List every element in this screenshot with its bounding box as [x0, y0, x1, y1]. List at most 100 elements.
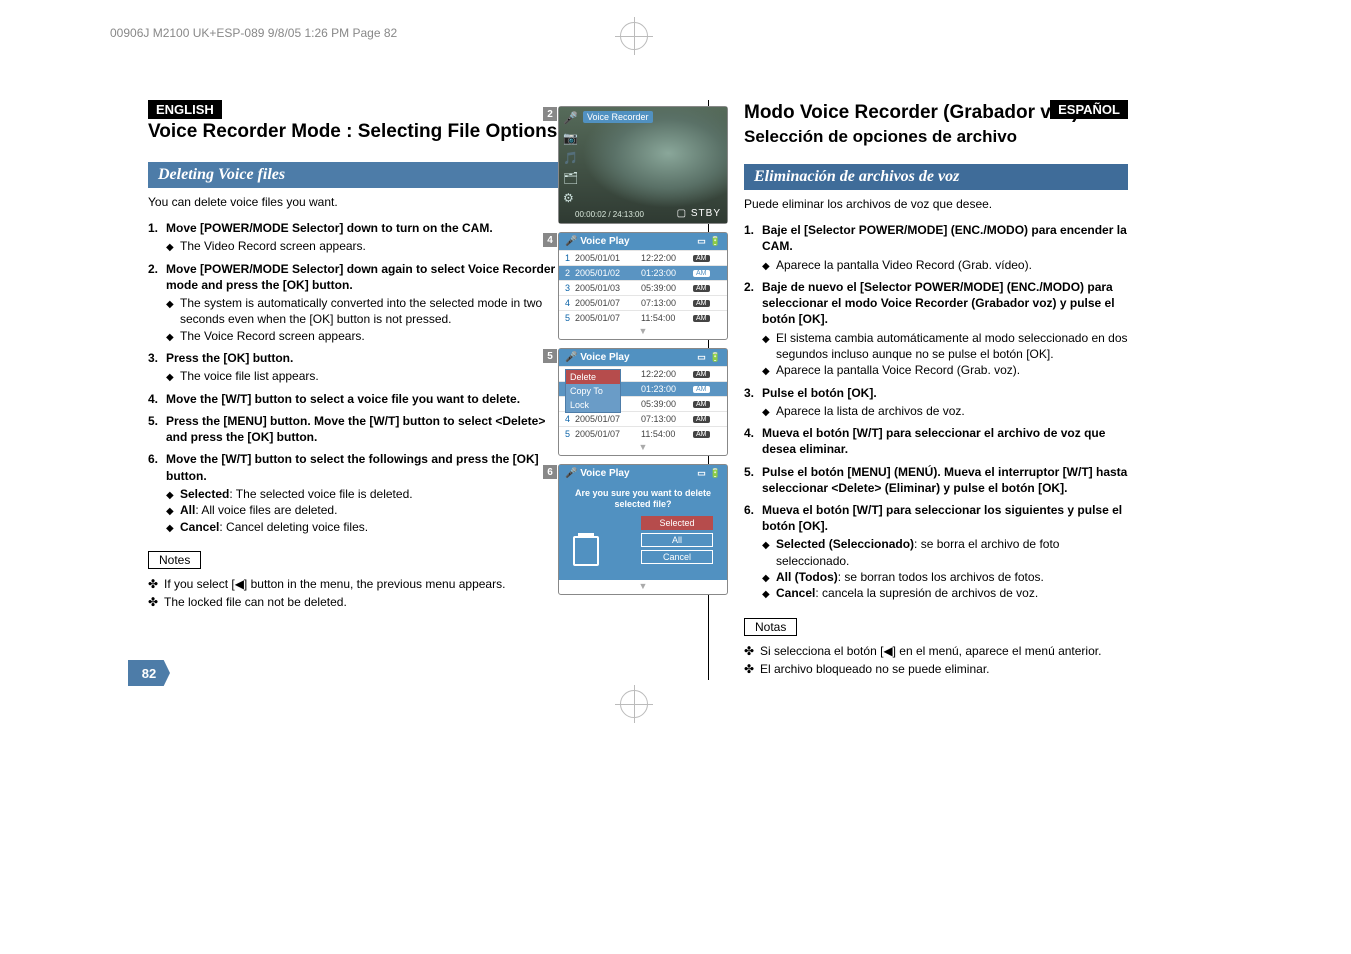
- tip-text: If you select [◀] button in the menu, th…: [164, 577, 505, 591]
- language-badge-english: ENGLISH: [148, 100, 222, 119]
- battery-icon: 🔋: [710, 236, 721, 247]
- voice-file-row: 52005/01/0711:54:00AM: [559, 426, 727, 441]
- notes-label-spanish: Notas: [744, 618, 797, 636]
- step-number: 2.: [148, 261, 166, 344]
- device-screenshot-4: 4 🎤 Voice Play ▭🔋 12005/01/0112:22:00AM2…: [558, 232, 728, 340]
- section-heading-english: Deleting Voice files: [148, 162, 558, 188]
- tip-bullet-icon: [744, 644, 760, 658]
- tip-bullet-icon: [148, 595, 164, 609]
- step-lead: Move [POWER/MODE Selector] down to turn …: [166, 220, 558, 236]
- step-number: 3.: [148, 350, 166, 385]
- step-lead: Move the [W/T] button to select the foll…: [166, 451, 558, 483]
- battery-icon: 🔋: [710, 352, 721, 363]
- step-number: 5.: [148, 413, 166, 445]
- screenshot-index: 6: [543, 465, 557, 479]
- dialog-option: Cancel: [641, 550, 713, 564]
- recording-timestamp: 00:00:02 / 24:13:00: [575, 210, 644, 219]
- file-icon: 🗂: [563, 171, 578, 185]
- diamond-bullet-icon: [762, 403, 776, 420]
- section-heading-spanish: Eliminación de archivos de voz: [744, 164, 1128, 190]
- card-icon: ▭: [697, 468, 706, 479]
- screenshot-index: 4: [543, 233, 557, 247]
- tips-list-english: If you select [◀] button in the menu, th…: [148, 577, 558, 609]
- step-lead: Press the [OK] button.: [166, 350, 558, 366]
- device-screenshot-6: 6 🎤 Voice Play ▭🔋 Are you sure you want …: [558, 464, 728, 595]
- step-lead: Move [POWER/MODE Selector] down again to…: [166, 261, 558, 293]
- diamond-bullet-icon: [762, 585, 776, 602]
- print-runline: 00906J M2100 UK+ESP-089 9/8/05 1:26 PM P…: [110, 26, 397, 40]
- dialog-option: Selected: [641, 516, 713, 530]
- step-sub-text: Selected (Seleccionado): se borra el arc…: [776, 536, 1128, 568]
- context-menu-item: Lock: [566, 398, 620, 412]
- voice-file-row: 32005/01/0305:39:00AM: [559, 280, 727, 295]
- step-sub-text: The system is automatically converted in…: [180, 295, 558, 327]
- diamond-bullet-icon: [762, 362, 776, 379]
- mode-label: Voice Recorder: [583, 111, 653, 123]
- step-number: 6.: [148, 451, 166, 535]
- card-icon: ▭: [697, 236, 706, 247]
- diamond-bullet-icon: [762, 330, 776, 362]
- step-sub-text: Aparece la pantalla Voice Record (Grab. …: [776, 362, 1020, 379]
- voice-file-row: 42005/01/0707:13:00AM: [559, 295, 727, 310]
- step-sub-text: All: All voice files are deleted.: [180, 502, 337, 519]
- step-number: 4.: [148, 391, 166, 407]
- step-lead: Pulse el botón [MENU] (MENÚ). Mueva el i…: [762, 464, 1128, 496]
- mic-icon: 🎤: [563, 111, 578, 125]
- step-number: 2.: [744, 279, 762, 378]
- settings-icon: ⚙: [563, 191, 578, 205]
- step-sub-text: All (Todos): se borran todos los archivo…: [776, 569, 1044, 586]
- step-number: 4.: [744, 425, 762, 457]
- diamond-bullet-icon: [762, 257, 776, 274]
- voice-file-row: 22005/01/0201:23:00AM: [559, 265, 727, 280]
- tips-list-spanish: Si selecciona el botón [◀] en el menú, a…: [744, 644, 1128, 676]
- step-number: 6.: [744, 502, 762, 602]
- registration-mark-icon: [620, 690, 648, 718]
- audio-icon: 🎵: [563, 151, 578, 165]
- device-screenshot-5: 5 🎤 Voice Play ▭🔋 12:22:00AM201:23:00AM3…: [558, 348, 728, 456]
- screenshot-index: 2: [543, 107, 557, 121]
- dialog-option: All: [641, 533, 713, 547]
- screen-header: Voice Play: [580, 468, 629, 479]
- step-sub-text: The Voice Record screen appears.: [180, 328, 365, 345]
- step-sub-text: Cancel: cancela la supresión de archivos…: [776, 585, 1038, 602]
- chevron-down-icon: ▼: [559, 325, 727, 339]
- step-lead: Move the [W/T] button to select a voice …: [166, 391, 558, 407]
- diamond-bullet-icon: [166, 328, 180, 345]
- diamond-bullet-icon: [166, 486, 180, 503]
- tip-text: El archivo bloqueado no se puede elimina…: [760, 662, 990, 676]
- step-lead: Baje de nuevo el [Selector POWER/MODE] (…: [762, 279, 1128, 328]
- step-lead: Press the [MENU] button. Move the [W/T] …: [166, 413, 558, 445]
- page-title-spanish-line2: Selección de opciones de archivo: [744, 127, 1128, 147]
- voice-file-row: 52005/01/0711:54:00AM: [559, 310, 727, 325]
- diamond-bullet-icon: [166, 368, 180, 385]
- trash-icon: [573, 536, 599, 566]
- step-lead: Baje el [Selector POWER/MODE] (ENC./MODO…: [762, 222, 1128, 254]
- camera-icon: 📷: [563, 131, 578, 145]
- device-screenshot-2: 2 Voice Recorder 🎤 📷 🎵 🗂 ⚙ 00:00:02 / 24…: [558, 106, 728, 224]
- tip-text: Si selecciona el botón [◀] en el menú, a…: [760, 644, 1101, 658]
- context-menu-item: Copy To: [566, 384, 620, 398]
- intro-text-english: You can delete voice files you want.: [148, 194, 558, 210]
- step-sub-text: El sistema cambia automáticamente al mod…: [776, 330, 1128, 362]
- standby-indicator: ▢ STBY: [677, 208, 721, 219]
- diamond-bullet-icon: [166, 295, 180, 327]
- diamond-bullet-icon: [762, 569, 776, 586]
- registration-mark-icon: [620, 22, 648, 50]
- diamond-bullet-icon: [166, 519, 180, 536]
- voice-file-row: 12005/01/0112:22:00AM: [559, 250, 727, 265]
- tip-bullet-icon: [744, 662, 760, 676]
- diamond-bullet-icon: [762, 536, 776, 568]
- step-sub-text: Cancel: Cancel deleting voice files.: [180, 519, 368, 536]
- diamond-bullet-icon: [166, 502, 180, 519]
- steps-list-spanish: 1.Baje el [Selector POWER/MODE] (ENC./MO…: [744, 222, 1128, 602]
- context-menu: DeleteCopy ToLock: [565, 369, 621, 413]
- diamond-bullet-icon: [166, 238, 180, 255]
- steps-list-english: 1.Move [POWER/MODE Selector] down to tur…: [148, 220, 558, 535]
- step-lead: Mueva el botón [W/T] para seleccionar el…: [762, 425, 1128, 457]
- chevron-down-icon: ▼: [559, 580, 727, 594]
- step-number: 3.: [744, 385, 762, 420]
- step-number: 1.: [148, 220, 166, 255]
- context-menu-item: Delete: [566, 370, 620, 384]
- step-sub-text: The voice file list appears.: [180, 368, 319, 385]
- voice-file-row: 42005/01/0707:13:00AM: [559, 411, 727, 426]
